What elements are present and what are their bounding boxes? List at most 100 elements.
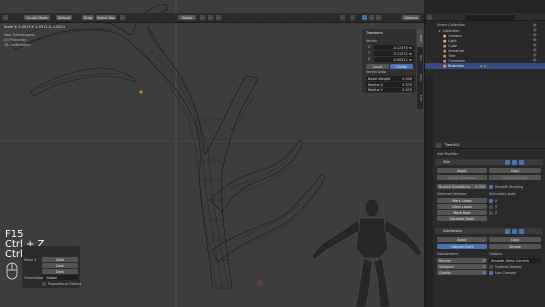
viewport[interactable]: Sculpt Mode Default Drag Select Box Glob… — [0, 0, 424, 307]
radius-x-field[interactable]: Radius X 0.370 — [366, 82, 414, 87]
skin-modifier-header[interactable]: Skin — [435, 159, 543, 165]
n-panel-tabs: Item Tool View Edit — [417, 29, 423, 109]
create-armature-button[interactable]: Create Armature — [437, 175, 487, 180]
skin-apply-button[interactable]: Apply — [437, 168, 487, 173]
select-box-button[interactable]: Select Box — [96, 15, 116, 20]
shading-material-icon[interactable] — [369, 15, 374, 20]
mod1-viewport-icon[interactable] — [512, 159, 517, 165]
key-overlay-1: F15 — [5, 229, 24, 240]
outliner-item-selected[interactable]: ■ Branches ◆ ◆ — [425, 63, 545, 69]
simple-toggle[interactable]: Simple — [489, 244, 541, 249]
x-field[interactable]: -0.12375 m — [374, 45, 414, 50]
skin-copy-button[interactable]: Copy — [489, 168, 541, 173]
object-name: Tree.001 — [445, 143, 460, 147]
catmull-clark-toggle[interactable]: Catmull-Clark — [437, 244, 487, 249]
subdivisions-label: Subdivisions — [437, 252, 459, 256]
tab-edit[interactable]: Edit — [417, 89, 423, 107]
scene-collection: Scene Collection — [437, 23, 466, 27]
y-label: Y — [368, 51, 371, 55]
radius-y-field[interactable]: Radius Y 0.370 — [366, 88, 414, 92]
x-label: X — [368, 45, 371, 49]
axis-x-label: X — [495, 199, 498, 203]
render-levels-field[interactable]: Render 2 — [437, 258, 487, 263]
editor-type-icon[interactable] — [3, 15, 8, 20]
axis-y-label: Y — [495, 205, 498, 209]
vertex-subheader: Vertex — [366, 39, 377, 43]
axis-y-checkbox[interactable] — [489, 204, 493, 209]
move-label: Move X — [24, 258, 37, 262]
smooth-shading-checkbox[interactable] — [489, 184, 493, 189]
info-units: 13 Centimeters — [4, 43, 31, 47]
outliner-visibility-col: 👁 👁 👁 👁 👁 👁 👁 👁 — [533, 23, 537, 62]
op-row-2[interactable]: Dark — [42, 263, 78, 268]
info-scale: Scale X: 1.0013 Y: 1.0013 Z: 1.0013 — [4, 25, 65, 29]
use-creases-checkbox[interactable] — [489, 270, 493, 275]
info-projection: (0) Projection — [4, 38, 27, 42]
branch-smoothing-field[interactable]: Branch Smoothing 0.000 — [437, 184, 487, 189]
mod1-render-icon[interactable] — [519, 159, 524, 165]
xray-icon[interactable] — [350, 15, 355, 20]
viewport-levels-field[interactable]: Viewport 2 — [437, 264, 487, 269]
options-label: Options — [489, 252, 503, 256]
mod1-edit-icon[interactable] — [505, 159, 510, 165]
tab-item[interactable]: Item — [417, 29, 423, 47]
prop-edit-checkbox[interactable] — [42, 282, 46, 286]
axis-z-label: Z — [495, 211, 498, 215]
y-field[interactable]: 0.11272 m — [374, 51, 414, 56]
transform-panel: Transform Vertex X -0.12375 m Y 0.11272 … — [362, 29, 416, 93]
mark-loose-button[interactable]: Mark Loose — [437, 198, 487, 203]
quality-field[interactable]: Quality 3 — [437, 270, 487, 275]
local-toggle[interactable]: Local — [366, 64, 389, 69]
shading-render-icon[interactable] — [376, 15, 381, 20]
bevel-weight-field[interactable]: Bevel Weight 0.000 — [366, 76, 414, 81]
subdivision-modifier-header[interactable]: Subdivision — [435, 228, 543, 234]
properties-header: Tree.001 — [433, 141, 545, 149]
add-skin-data-button[interactable]: Add Skin Data — [489, 175, 541, 180]
transform-header: Transform — [366, 31, 383, 35]
z-field[interactable]: 0.00311 m — [374, 57, 414, 62]
op-row-3[interactable]: Dark — [42, 269, 78, 274]
axis-x-checkbox[interactable] — [489, 198, 493, 203]
move-icon[interactable] — [120, 15, 125, 20]
mod2-render-icon[interactable] — [519, 228, 524, 234]
proportional-icon[interactable] — [216, 15, 221, 20]
drag-dropdown[interactable]: Drag — [82, 15, 94, 20]
op-row-1[interactable]: Dark — [42, 257, 78, 262]
snap-icon[interactable] — [208, 15, 213, 20]
subdiv-copy-button[interactable]: Copy — [489, 237, 541, 242]
orientation-label: Orientation — [24, 276, 44, 280]
clear-loose-button[interactable]: Clear Loose — [437, 204, 487, 209]
info-view: User Orthographic — [4, 33, 36, 37]
tab-tool[interactable]: Tool — [417, 49, 423, 67]
use-creases-label: Use Creases — [495, 271, 516, 275]
mark-root-button[interactable]: Mark Root — [437, 210, 487, 215]
operator-panel: Move X Dark Dark Dark Orientation Global… — [22, 246, 81, 288]
add-modifier-dropdown[interactable]: Add Modifier — [437, 152, 458, 156]
optimal-display-checkbox[interactable] — [489, 264, 493, 269]
wrench-icon — [436, 142, 441, 148]
outliner-search[interactable] — [465, 14, 515, 20]
outliner-header — [425, 13, 545, 21]
outliner-type-icon[interactable] — [427, 14, 432, 20]
shading-solid-icon[interactable] — [362, 15, 367, 20]
smooth-shading-label: Smooth Shading — [495, 185, 523, 189]
uv-smooth-dropdown[interactable]: Smooth, Keep Corners — [489, 258, 541, 263]
character-mesh[interactable] — [300, 198, 424, 307]
mouse-icon — [6, 262, 18, 280]
global-toggle[interactable]: Global — [390, 64, 413, 69]
orientation-field[interactable]: Global — [44, 275, 78, 280]
properties-editor: Tree.001 Add Modifier Skin Apply Copy Cr… — [424, 75, 545, 307]
symmetry-axes-label: Symmetry Axes — [489, 192, 516, 196]
default-dropdown[interactable]: Default — [56, 15, 72, 20]
subdiv-apply-button[interactable]: Apply — [437, 237, 487, 242]
options-dropdown[interactable]: Options — [402, 15, 420, 20]
mode-dropdown[interactable]: Sculpt Mode — [24, 15, 50, 20]
overlay-icon[interactable] — [340, 15, 345, 20]
tab-view[interactable]: View — [417, 69, 423, 87]
pivot-icon[interactable] — [200, 15, 205, 20]
axis-z-checkbox[interactable] — [489, 210, 493, 215]
mod2-viewport-icon[interactable] — [512, 228, 517, 234]
mod2-edit-icon[interactable] — [505, 228, 510, 234]
equalize-radii-button[interactable]: Equalize Radii — [437, 216, 487, 221]
orientation-dropdown[interactable]: Global — [178, 15, 196, 20]
